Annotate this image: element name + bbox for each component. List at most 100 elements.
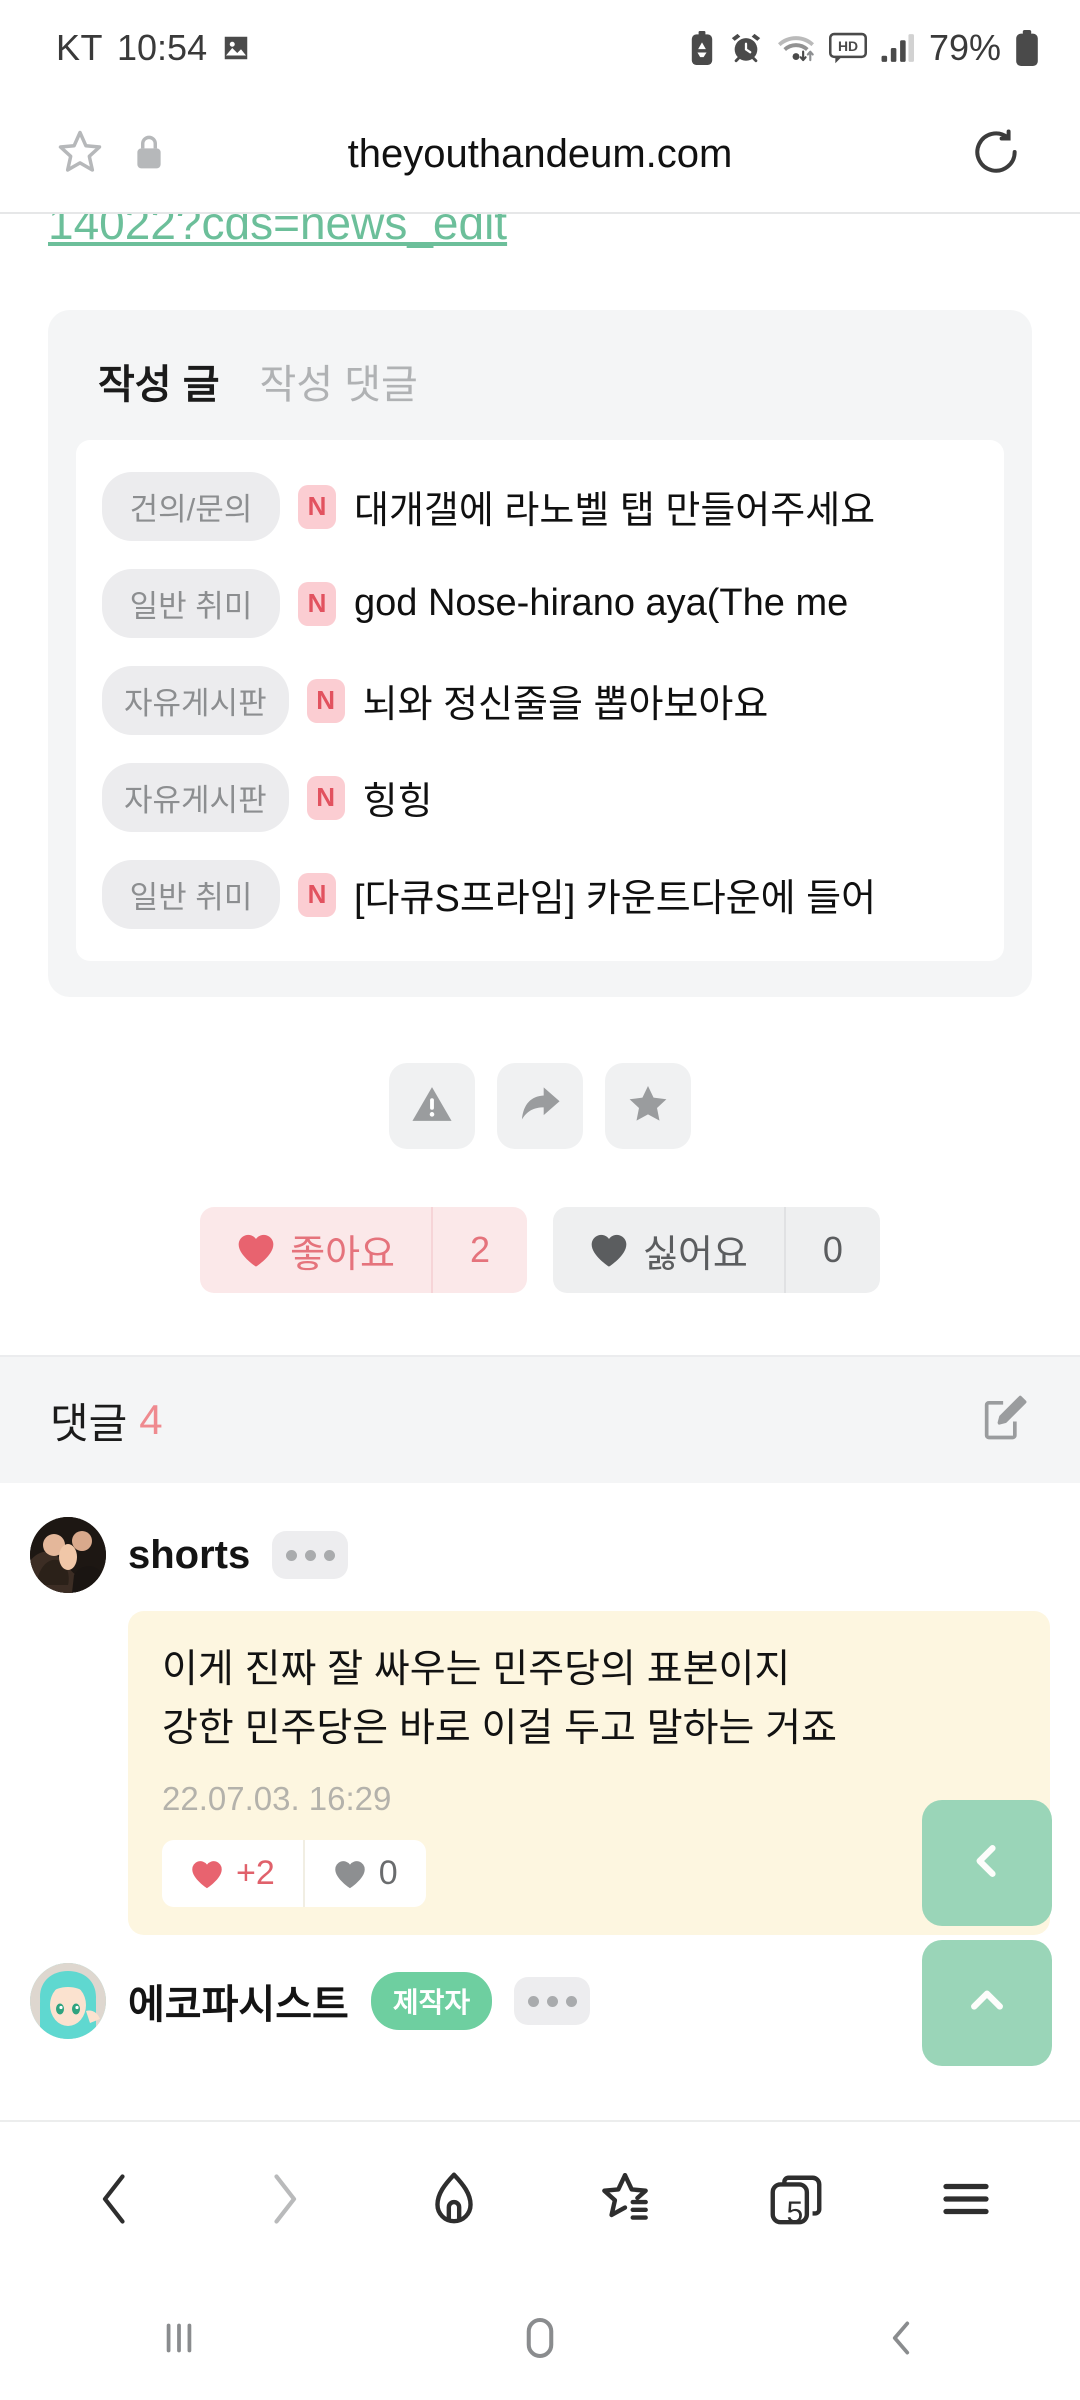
dot (565, 1995, 577, 2007)
scroll-top-fab[interactable] (922, 1940, 1052, 2066)
vote-buttons: 좋아요 2 싫어요 0 (0, 1207, 1080, 1293)
star-filled-icon (625, 1081, 671, 1132)
write-comment-icon[interactable] (978, 1392, 1030, 1449)
share-arrow-icon (516, 1082, 564, 1131)
table-row[interactable]: 건의/문의 N 대개갤에 라노벨 탭 만들어주세요 (76, 458, 1004, 555)
table-row[interactable]: 자유게시판 N 힝힝 (76, 749, 1004, 846)
reload-button[interactable] (968, 124, 1080, 185)
table-row[interactable]: 일반 취미 N god Nose-hirano aya(The me (76, 555, 1004, 652)
like-label: 좋아요 (290, 1233, 395, 1276)
dot (285, 1549, 297, 1561)
table-row[interactable]: 일반 취미 N [다큐S프라임] 카운트다운에 들어 (76, 846, 1004, 943)
like-count: 2 (431, 1207, 527, 1293)
reload-icon[interactable] (968, 128, 1024, 184)
lock-icon[interactable] (132, 132, 166, 177)
list-item: 에코파시스트 제작자 (0, 1935, 1080, 2039)
star-outline-icon[interactable] (54, 126, 106, 183)
new-badge-icon: N (298, 581, 336, 626)
profile-tabs: 작성 글 작성 댓글 (76, 344, 1004, 440)
clock-label: 10:54 (117, 27, 208, 68)
dot (304, 1549, 316, 1561)
comment-like-count: +2 (236, 1854, 275, 1892)
hd-call-icon: HD (828, 32, 867, 64)
chevron-left-icon (965, 1839, 1009, 1888)
browser-home-button[interactable] (423, 2168, 485, 2235)
posts-list: 건의/문의 N 대개갤에 라노벨 탭 만들어주세요 일반 취미 N god No… (76, 440, 1004, 961)
comment-username[interactable]: 에코파시스트 (128, 1972, 349, 2030)
go-back-fab[interactable] (922, 1800, 1052, 1926)
share-button[interactable] (497, 1063, 583, 1149)
tab-written-posts[interactable]: 작성 글 (98, 352, 220, 410)
comment-like-button[interactable]: +2 (162, 1840, 303, 1907)
bookmark-button[interactable] (605, 1063, 691, 1149)
webpage-viewport: 14022?cds=news_edit 작성 글 작성 댓글 건의/문의 N 대… (0, 214, 1080, 2120)
dot (546, 1995, 558, 2007)
comment-text-line: 강한 민주당은 바로 이걸 두고 말하는 거죠 (162, 1706, 837, 1750)
dot (527, 1995, 539, 2007)
comment-reactions: +2 0 (162, 1840, 426, 1907)
post-title[interactable]: [다큐S프라임] 카운트다운에 들어 (354, 867, 876, 922)
heart-gray-icon (335, 1860, 365, 1888)
comment-timestamp: 22.07.03. 16:29 (162, 1780, 392, 1817)
back-chevron-icon[interactable] (876, 2313, 926, 2368)
avatar-image (30, 1963, 106, 2039)
android-navigation-bar (0, 2280, 1080, 2400)
comment-author-row: shorts (30, 1517, 1050, 1593)
like-button-main[interactable]: 좋아요 (200, 1207, 431, 1293)
post-category: 일반 취미 (102, 569, 280, 638)
post-title[interactable]: god Nose-hirano aya(The me (354, 582, 848, 625)
profile-posts-card: 작성 글 작성 댓글 건의/문의 N 대개갤에 라노벨 탭 만들어주세요 일반 … (48, 310, 1032, 997)
avatar[interactable] (30, 1963, 106, 2039)
list-item: shorts 이게 진짜 잘 싸우는 민주당의 표본이지 강한 민주당은 바로 … (0, 1483, 1080, 1935)
comments-header: 댓글 4 (0, 1355, 1080, 1483)
image-icon (221, 33, 251, 63)
post-category: 건의/문의 (102, 472, 280, 541)
post-category: 자유게시판 (102, 666, 289, 735)
creator-badge: 제작자 (370, 1972, 493, 2030)
browser-back-button[interactable] (85, 2169, 145, 2234)
phone-screen: KT 10:54 HD 79% theyouthandeum.com 14022… (0, 0, 1080, 2400)
post-title[interactable]: 대개갤에 라노벨 탭 만들어주세요 (354, 479, 875, 534)
browser-url-bar[interactable]: theyouthandeum.com (0, 96, 1080, 212)
comment-more-button[interactable] (514, 1977, 591, 2025)
alarm-icon (729, 31, 763, 65)
report-button[interactable] (389, 1063, 475, 1149)
browser-bookmarks-button[interactable] (594, 2168, 656, 2235)
like-button[interactable]: 좋아요 2 (200, 1207, 527, 1293)
battery-saver-icon (688, 31, 716, 65)
warning-triangle-icon (409, 1081, 455, 1132)
heart-filled-icon (192, 1860, 222, 1888)
status-bar-left: KT 10:54 (56, 27, 251, 69)
wifi-icon (776, 32, 816, 64)
carrier-label: KT (56, 27, 104, 68)
browser-bottom-toolbar: 5 (0, 2120, 1080, 2280)
post-category: 자유게시판 (102, 763, 289, 832)
browser-forward-button[interactable] (254, 2169, 314, 2234)
floating-action-buttons (922, 1800, 1052, 2066)
battery-percent-label: 79% (928, 27, 1001, 68)
browser-tabs-button[interactable]: 5 (765, 2170, 827, 2232)
recents-icon[interactable] (154, 2313, 204, 2368)
comment-more-button[interactable] (272, 1531, 349, 1579)
dislike-button[interactable]: 싫어요 0 (553, 1207, 880, 1293)
battery-icon (1014, 30, 1040, 66)
table-row[interactable]: 자유게시판 N 뇌와 정신줄을 뽑아보아요 (76, 652, 1004, 749)
signal-icon (880, 32, 914, 64)
comment-bubble: 이게 진짜 잘 싸우는 민주당의 표본이지 강한 민주당은 바로 이걸 두고 말… (128, 1611, 1050, 1935)
avatar[interactable] (30, 1517, 106, 1593)
home-circle-icon[interactable] (513, 2311, 567, 2370)
dislike-button-main[interactable]: 싫어요 (553, 1207, 784, 1293)
tab-written-comments[interactable]: 작성 댓글 (260, 352, 418, 410)
browser-menu-button[interactable] (936, 2169, 996, 2234)
browser-tab-count: 5 (786, 2196, 804, 2229)
comment-dislike-button[interactable]: 0 (302, 1840, 426, 1907)
dislike-label: 싫어요 (643, 1233, 748, 1276)
post-title[interactable]: 힝힝 (363, 770, 433, 825)
comment-dislike-count: 0 (378, 1854, 398, 1892)
dislike-count: 0 (783, 1207, 880, 1293)
comments-title: 댓글 (50, 1399, 128, 1447)
post-title[interactable]: 뇌와 정신줄을 뽑아보아요 (363, 673, 769, 728)
partial-link[interactable]: 14022?cds=news_edit (0, 214, 1080, 256)
comment-author-row: 에코파시스트 제작자 (30, 1963, 1050, 2039)
comment-username[interactable]: shorts (128, 1533, 250, 1578)
